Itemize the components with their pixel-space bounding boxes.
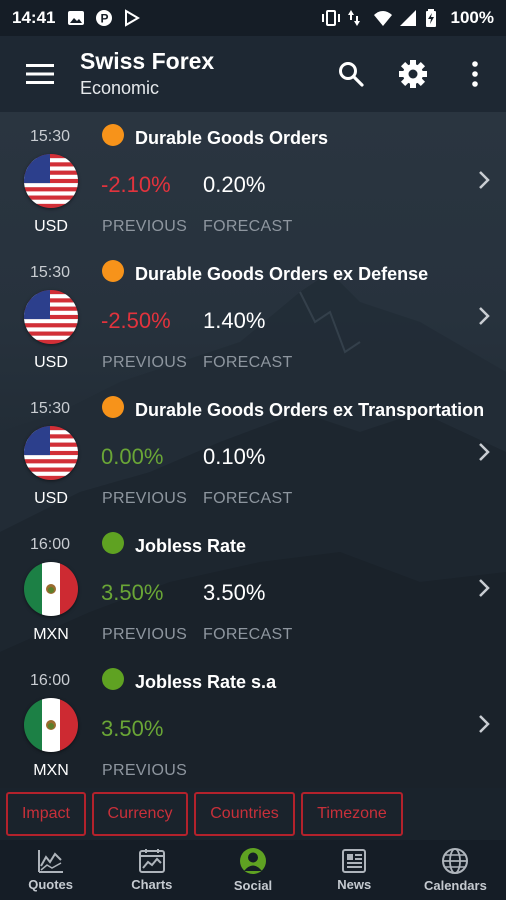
forecast-label: FORECAST <box>203 354 293 371</box>
previous-label: PREVIOUS <box>102 218 188 235</box>
currency-code: USD <box>34 490 68 507</box>
wifi-icon <box>373 9 392 27</box>
event-name: Durable Goods Orders ex Transportation <box>135 400 485 420</box>
event-name: Durable Goods Orders <box>135 128 329 148</box>
nav-quotes-label: Quotes <box>28 877 73 892</box>
currency-code: MXN <box>33 762 69 779</box>
status-time: 14:41 <box>12 8 56 27</box>
event-row[interactable]: 15:30 USD Durable Goods Orders ex Transp… <box>0 384 506 520</box>
previous-value: -2.50% <box>101 308 171 333</box>
status-bar: 14:41 P 100% <box>0 0 506 36</box>
chevron-right-icon[interactable] <box>478 442 490 467</box>
impact-dot-icon <box>102 668 124 690</box>
impact-dot-icon <box>102 396 124 418</box>
us-flag-icon <box>24 290 78 344</box>
calendar-globe-icon <box>442 848 469 874</box>
us-flag-icon <box>24 154 78 208</box>
filter-impact-button[interactable]: Impact <box>6 792 86 836</box>
nav-quotes[interactable]: Quotes <box>0 840 101 900</box>
previous-label: PREVIOUS <box>102 354 188 371</box>
event-name: Jobless Rate <box>135 536 247 556</box>
event-time: 15:30 <box>30 128 71 145</box>
more-options-button[interactable] <box>444 36 506 112</box>
data-arrows-icon <box>347 9 365 27</box>
currency-code: USD <box>34 354 68 371</box>
event-name: Durable Goods Orders ex Defense <box>135 264 429 284</box>
news-icon <box>342 849 367 873</box>
battery-percent: 100% <box>450 8 494 27</box>
play-store-icon <box>123 9 141 27</box>
nav-social[interactable]: Social <box>202 840 303 900</box>
event-name: Jobless Rate s.a <box>135 672 277 692</box>
event-time: 15:30 <box>30 400 71 417</box>
signal-icon <box>399 9 417 27</box>
search-button[interactable] <box>320 36 382 112</box>
quotes-chart-icon <box>37 850 63 873</box>
forecast-label: FORECAST <box>203 490 293 507</box>
social-person-icon <box>240 848 266 874</box>
app-title: Swiss Forex <box>80 48 215 74</box>
nav-news-label: News <box>337 877 372 892</box>
filter-timezone-button[interactable]: Timezone <box>301 792 403 836</box>
previous-label: PREVIOUS <box>102 762 188 779</box>
event-row[interactable]: 15:30 USD Durable Goods Orders ex Defens… <box>0 248 506 384</box>
more-vert-icon <box>472 61 478 87</box>
settings-button[interactable] <box>382 36 444 112</box>
previous-label: PREVIOUS <box>102 490 188 507</box>
event-row[interactable]: 16:00 MXN Jobless Rate s.a 3.50% PREVIOU… <box>0 656 506 792</box>
previous-value: 3.50% <box>101 580 164 605</box>
us-flag-icon <box>24 426 78 480</box>
event-row[interactable]: 15:30 USD Durable Goods Orders -2.10% 0.… <box>0 112 506 248</box>
event-time: 15:30 <box>30 264 71 281</box>
currency-code: USD <box>34 218 68 235</box>
impact-dot-icon <box>102 532 124 554</box>
event-time: 16:00 <box>30 672 71 689</box>
impact-dot-icon <box>102 124 124 146</box>
forecast-label: FORECAST <box>203 626 293 643</box>
filter-countries-button[interactable]: Countries <box>194 792 295 836</box>
bottom-navigation: Quotes Charts Social News Calendars <box>0 840 506 900</box>
app-bar: Swiss Forex Economic <box>0 36 506 112</box>
forecast-value: 0.20% <box>203 172 266 197</box>
forecast-value: 3.50% <box>203 580 266 605</box>
nav-news[interactable]: News <box>304 840 405 900</box>
nav-social-label: Social <box>233 878 273 893</box>
event-time: 16:00 <box>30 536 71 553</box>
currency-code: MXN <box>33 626 69 643</box>
forecast-value: 0.10% <box>203 444 266 469</box>
chevron-right-icon[interactable] <box>478 714 490 739</box>
chevron-right-icon[interactable] <box>478 170 490 195</box>
battery-icon <box>425 9 443 27</box>
filter-currency-button[interactable]: Currency <box>92 792 188 836</box>
impact-dot-icon <box>102 260 124 282</box>
nav-charts-label: Charts <box>131 877 173 892</box>
previous-value: 3.50% <box>101 716 164 741</box>
vibrate-icon <box>321 9 340 27</box>
event-row[interactable]: 16:00 MXN Jobless Rate 3.50% 3.50% PREVI… <box>0 520 506 656</box>
previous-value: 0.00% <box>101 444 164 469</box>
charts-icon <box>138 849 165 873</box>
forecast-value: 1.40% <box>203 308 266 333</box>
forecast-label: FORECAST <box>203 218 293 235</box>
search-icon <box>339 62 364 87</box>
p-icon: P <box>95 9 113 27</box>
previous-label: PREVIOUS <box>102 626 188 643</box>
nav-calendars-label: Calendars <box>423 878 487 893</box>
hamburger-menu-icon <box>26 64 54 84</box>
image-icon <box>67 9 85 27</box>
svg-text:P: P <box>101 12 109 26</box>
chevron-right-icon[interactable] <box>478 306 490 331</box>
app-subtitle: Economic <box>80 78 160 98</box>
menu-button[interactable] <box>0 36 80 112</box>
mexico-flag-icon <box>24 698 78 752</box>
event-list: 15:30 USD Durable Goods Orders -2.10% 0.… <box>0 112 506 788</box>
nav-charts[interactable]: Charts <box>101 840 202 900</box>
filter-bar: Impact Currency Countries Timezone <box>0 788 506 840</box>
mexico-flag-icon <box>24 562 78 616</box>
previous-value: -2.10% <box>101 172 171 197</box>
chevron-right-icon[interactable] <box>478 578 490 603</box>
nav-calendars[interactable]: Calendars <box>405 840 506 900</box>
gear-icon <box>399 60 427 88</box>
